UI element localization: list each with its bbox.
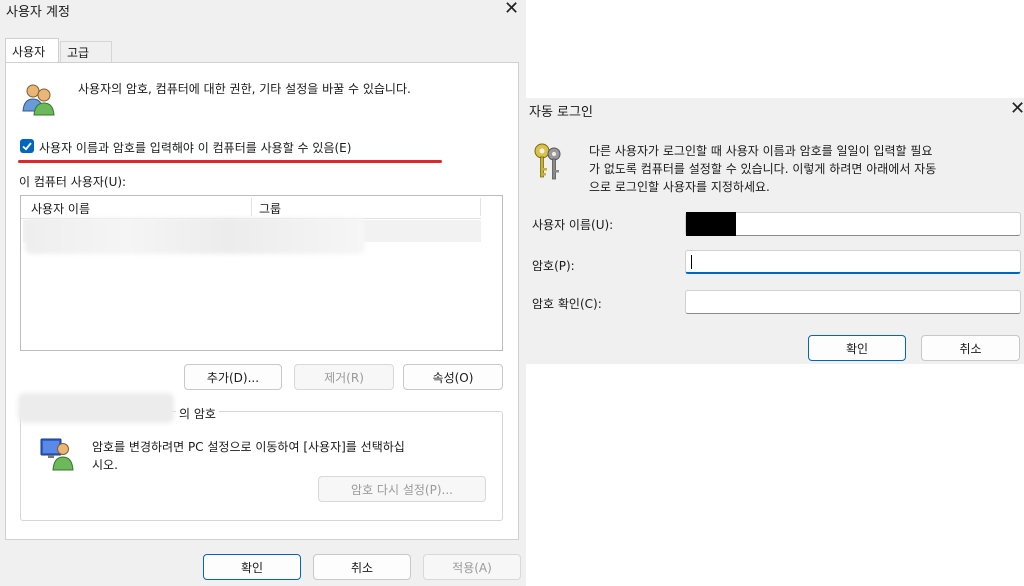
text-cursor — [691, 255, 692, 269]
tab-panel: 사용자의 암호, 컴퓨터에 대한 권한, 기타 설정을 바꿀 수 있습니다. 사… — [5, 62, 519, 540]
column-username[interactable]: 사용자 이름 — [31, 200, 90, 217]
annotation-underline — [18, 160, 442, 163]
dialog-title: 사용자 계정 — [6, 5, 70, 20]
password-text-line1: 암호를 변경하려면 PC 설정으로 이동하여 [사용자]를 선택하십 — [92, 440, 405, 454]
username-label: 사용자 이름(U): — [532, 218, 614, 232]
redacted-row — [25, 218, 365, 254]
password-text-line2: 시오. — [92, 458, 118, 472]
redacted-value — [686, 212, 736, 236]
users-icon — [22, 84, 55, 116]
remove-button[interactable]: 제거(R) — [294, 364, 394, 390]
description-line1: 다른 사용자가 로그인할 때 사용자 이름과 암호를 일일이 입력할 필요 — [589, 144, 933, 158]
column-group[interactable]: 그룹 — [259, 200, 281, 217]
confirm-password-input[interactable] — [685, 290, 1021, 314]
password-input[interactable] — [685, 250, 1021, 274]
apply-button[interactable]: 적용(A) — [423, 554, 521, 580]
require-password-label[interactable]: 사용자 이름과 암호를 입력해야 이 컴퓨터를 사용할 수 있음(E) — [39, 139, 351, 156]
redacted-username — [18, 393, 174, 423]
table-header: 사용자 이름 그룹 — [21, 196, 481, 219]
tab-advanced-label: 고급 — [67, 46, 90, 60]
close-icon[interactable]: ✕ — [504, 0, 519, 18]
reset-password-button[interactable]: 암호 다시 설정(P)... — [318, 476, 486, 502]
cancel-button[interactable]: 취소 — [921, 335, 1020, 361]
dialog-title: 자동 로그인 — [529, 105, 593, 120]
password-group-title: 의 암호 — [176, 405, 219, 422]
ok-button[interactable]: 확인 — [808, 335, 906, 361]
users-table[interactable]: 사용자 이름 그룹 — [20, 195, 503, 351]
username-input[interactable] — [685, 212, 1021, 236]
add-button[interactable]: 추가(D)... — [184, 364, 282, 390]
confirm-label: 암호 확인(C): — [532, 297, 602, 311]
description-line3: 으로 로그인할 사용자를 지정하세요. — [589, 180, 770, 194]
column-divider — [251, 198, 252, 216]
auto-logon-dialog: 자동 로그인 ✕ 다른 사용자가 로그인할 때 사용자 이름과 암호를 일일이 … — [526, 98, 1024, 364]
close-icon[interactable]: ✕ — [1010, 100, 1024, 118]
tab-users-label: 사용자 — [12, 45, 46, 59]
properties-button[interactable]: 속성(O) — [403, 364, 503, 390]
intro-text: 사용자의 암호, 컴퓨터에 대한 권한, 기타 설정을 바꿀 수 있습니다. — [78, 82, 411, 96]
password-label: 암호(P): — [532, 259, 575, 273]
cancel-button[interactable]: 취소 — [313, 554, 411, 580]
user-accounts-dialog: 사용자 계정 ✕ 사용자 고급 사용자의 암호, 컴퓨터에 대한 권한, 기타 … — [0, 0, 526, 586]
tab-advanced[interactable]: 고급 — [60, 41, 112, 63]
require-password-checkbox[interactable] — [20, 139, 34, 153]
ok-button[interactable]: 확인 — [203, 554, 301, 580]
users-label: 이 컴퓨터 사용자(U): — [19, 175, 127, 189]
keys-icon — [534, 143, 561, 180]
tab-users[interactable]: 사용자 — [5, 38, 59, 63]
checkmark-icon — [22, 142, 32, 151]
user-monitor-icon — [40, 438, 74, 471]
column-divider — [480, 198, 481, 216]
description-line2: 가 없도록 컴퓨터를 설정할 수 있습니다. 이렇게 하려면 아래에서 자동 — [589, 162, 937, 176]
